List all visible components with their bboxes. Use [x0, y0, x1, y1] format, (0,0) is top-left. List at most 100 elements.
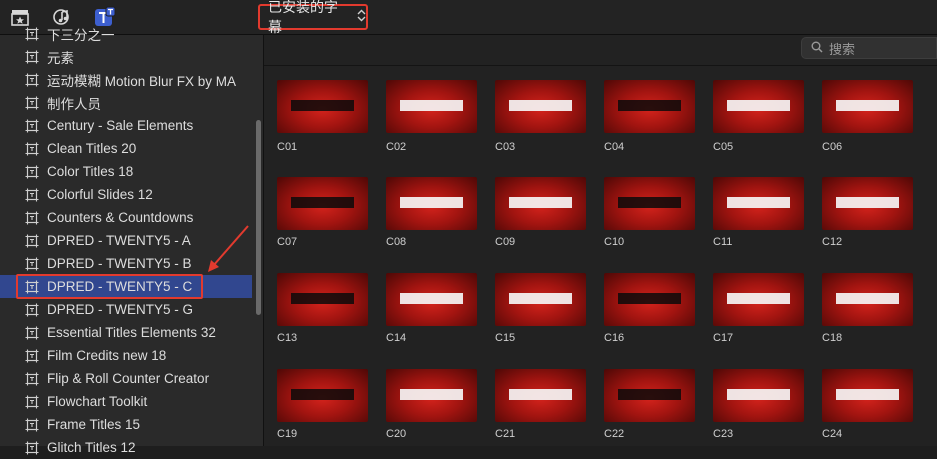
installed-titles-popup[interactable]: 已安装的字幕: [258, 0, 368, 35]
title-thumbnail[interactable]: [822, 369, 913, 422]
title-thumbnail[interactable]: [604, 273, 695, 326]
title-thumbnail[interactable]: [386, 177, 477, 230]
title-thumbnail[interactable]: [495, 177, 586, 230]
thumbnail-label: C01: [277, 141, 298, 153]
title-thumbnail[interactable]: [386, 273, 477, 326]
thumbnail-label: C03: [495, 141, 516, 153]
thumbnail-graphic: [509, 100, 572, 111]
thumbnail-graphic: [291, 389, 354, 400]
thumbnail-label: C12: [822, 236, 843, 248]
title-thumbnail[interactable]: [277, 273, 368, 326]
title-thumbnail[interactable]: [277, 80, 368, 133]
thumbnail-label: C05: [713, 141, 734, 153]
thumbnail-graphic: [836, 293, 899, 304]
thumbnail-graphic: [509, 293, 572, 304]
thumbnail-graphic: [400, 389, 463, 400]
divider: [264, 65, 937, 66]
thumbnail-label: C19: [277, 428, 298, 440]
thumbnail-label: C21: [495, 428, 516, 440]
title-thumbnail[interactable]: [822, 80, 913, 133]
search-placeholder: 搜索: [829, 41, 856, 57]
sidebar-item-label: DPRED - TWENTY5 - G: [47, 302, 194, 317]
sidebar-item[interactable]: Flip & Roll Counter Creator: [0, 367, 252, 390]
thumbnail-graphic: [400, 100, 463, 111]
thumbnail-label: C15: [495, 332, 516, 344]
sidebar-item-label: Flowchart Toolkit: [47, 394, 148, 409]
title-thumbnail[interactable]: [495, 369, 586, 422]
sidebar-item-label: Glitch Titles 12: [47, 440, 136, 455]
thumbnail-label: C02: [386, 141, 407, 153]
thumbnail-label: C14: [386, 332, 407, 344]
title-category-icon: [25, 372, 39, 386]
title-thumbnail[interactable]: [713, 80, 804, 133]
thumbnail-graphic: [727, 293, 790, 304]
thumbnail-graphic: [618, 389, 681, 400]
title-category-icon: [25, 418, 39, 432]
thumbnail-label: C13: [277, 332, 298, 344]
thumbnail-label: C07: [277, 236, 298, 248]
thumbnail-label: C09: [495, 236, 516, 248]
sidebar-item[interactable]: Flowchart Toolkit: [0, 390, 252, 413]
thumbnail-graphic: [727, 197, 790, 208]
title-category-icon: [25, 395, 39, 409]
sidebar-item[interactable]: Film Credits new 18: [0, 344, 252, 367]
popup-label: 已安装的字幕: [268, 0, 338, 35]
title-category-icon: [25, 326, 39, 340]
thumbnail-graphic: [836, 100, 899, 111]
thumbnail-label: C06: [822, 141, 843, 153]
title-thumbnail[interactable]: [277, 369, 368, 422]
sidebar-item-label: Flip & Roll Counter Creator: [47, 371, 210, 386]
search-field[interactable]: 搜索: [801, 37, 937, 59]
title-thumbnail[interactable]: [386, 80, 477, 133]
title-category-icon: [25, 349, 39, 363]
thumbnail-label: C11: [713, 236, 733, 248]
chevron-updown-icon: [357, 9, 366, 25]
title-thumbnail[interactable]: [713, 273, 804, 326]
thumbnail-label: C08: [386, 236, 407, 248]
title-thumbnail[interactable]: [713, 177, 804, 230]
search-icon: [811, 41, 823, 56]
thumbnail-label: C16: [604, 332, 625, 344]
thumbnail-graphic: [836, 389, 899, 400]
title-thumbnail[interactable]: [495, 80, 586, 133]
sidebar-item-label: Frame Titles 15: [47, 417, 141, 432]
thumbnail-graphic: [291, 293, 354, 304]
thumbnail-graphic: [291, 197, 354, 208]
thumbnail-graphic: [400, 293, 463, 304]
red-arrow-annotation: [208, 225, 249, 272]
thumbnail-graphic: [509, 389, 572, 400]
thumbnail-graphic: [618, 100, 681, 111]
thumbnail-label: C10: [604, 236, 625, 248]
title-thumbnail[interactable]: [604, 80, 695, 133]
thumbnail-graphic: [618, 293, 681, 304]
title-thumbnail[interactable]: [713, 369, 804, 422]
title-thumbnail[interactable]: [277, 177, 368, 230]
thumbnail-label: C18: [822, 332, 843, 344]
thumbnail-label: C17: [713, 332, 734, 344]
thumbnail-graphic: [836, 197, 899, 208]
thumbnail-label: C20: [386, 428, 407, 440]
thumbnail-label: C24: [822, 428, 843, 440]
title-category-icon: [25, 303, 39, 317]
thumbnail-graphic: [727, 100, 790, 111]
thumbnail-graphic: [618, 197, 681, 208]
title-thumbnail[interactable]: [604, 177, 695, 230]
thumbnail-graphic: [509, 197, 572, 208]
sidebar-item[interactable]: Essential Titles Elements 32: [0, 321, 252, 344]
sidebar-item[interactable]: Glitch Titles 12: [0, 436, 252, 459]
title-thumbnail[interactable]: [386, 369, 477, 422]
thumbnail-graphic: [727, 389, 790, 400]
thumbnail-label: C23: [713, 428, 734, 440]
thumbnail-graphic: [400, 197, 463, 208]
title-thumbnail[interactable]: [822, 177, 913, 230]
title-category-icon: [25, 441, 39, 455]
thumbnail-label: C22: [604, 428, 625, 440]
sidebar-item-label: Essential Titles Elements 32: [47, 325, 216, 340]
title-thumbnail[interactable]: [604, 369, 695, 422]
title-thumbnail[interactable]: [822, 273, 913, 326]
sidebar-item-label: Film Credits new 18: [47, 348, 167, 363]
sidebar-item[interactable]: DPRED - TWENTY5 - G: [0, 298, 252, 321]
thumbnail-label: C04: [604, 141, 625, 153]
sidebar-item[interactable]: Frame Titles 15: [0, 413, 252, 436]
title-thumbnail[interactable]: [495, 273, 586, 326]
